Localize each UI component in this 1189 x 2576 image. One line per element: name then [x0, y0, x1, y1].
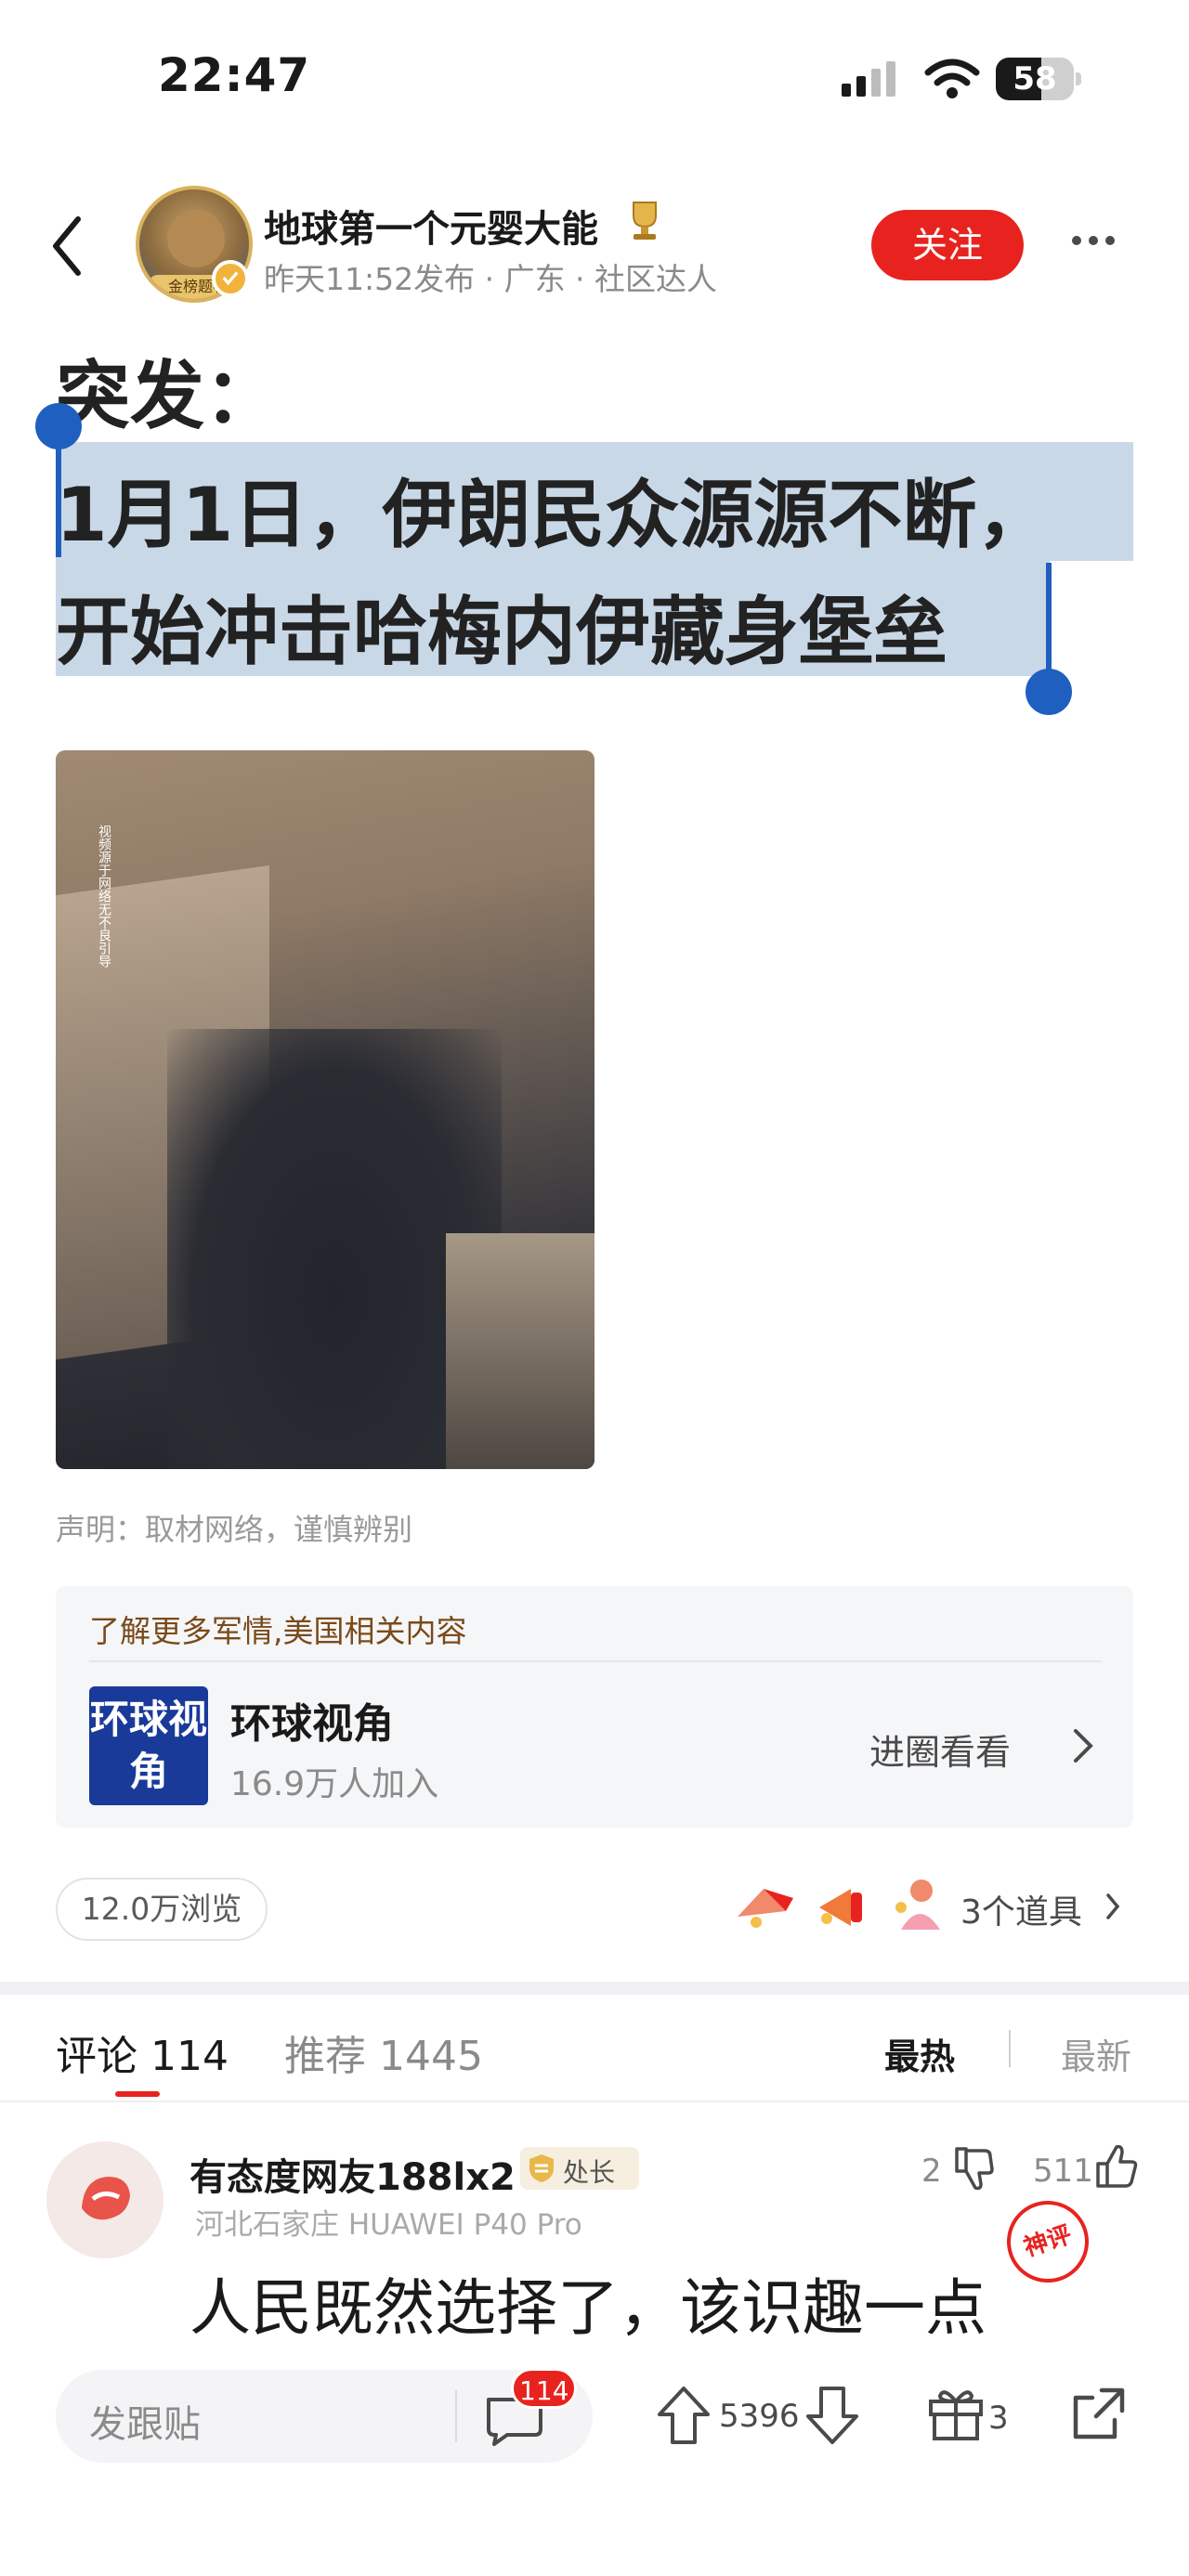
view-count: 12.0万浏览 [56, 1878, 268, 1941]
dislike-count: 2 [921, 2153, 942, 2190]
thumbs-down-icon[interactable] [951, 2143, 998, 2193]
post-title-line[interactable]: 开始冲击哈梅内伊藏身堡垒 [56, 572, 947, 680]
status-time: 22:47 [158, 48, 311, 102]
back-icon[interactable] [48, 214, 85, 279]
commenter-avatar[interactable] [46, 2141, 163, 2258]
battery-indicator: 58 [996, 58, 1081, 100]
disclaimer: 声明：取材网络，谨慎辨别 [56, 1512, 413, 1547]
selection-end-handle-knob[interactable] [1026, 669, 1072, 715]
upvote-icon[interactable] [654, 2383, 713, 2448]
verify-icon [212, 260, 249, 297]
community-logo: 环球视角 [89, 1686, 208, 1805]
gift-count: 3 [988, 2400, 1009, 2437]
author-name[interactable]: 地球第一个元婴大能 [264, 199, 598, 253]
join-community-link[interactable]: 进圈看看 [869, 1724, 1011, 1775]
divider [1009, 2030, 1011, 2067]
vote-count: 5396 [719, 2398, 800, 2435]
post-meta: 昨天11:52发布 · 广东 · 社区达人 [264, 261, 718, 297]
promo-header: 了解更多军情,美国相关内容 [89, 1613, 467, 1649]
shield-icon [529, 2154, 554, 2182]
community-member-count: 16.9万人加入 [230, 1765, 439, 1803]
status-bar: 22:47 58 [0, 0, 1189, 158]
sort-new-button[interactable]: 最新 [1061, 2028, 1131, 2079]
top-comment-stamp: 神评 [996, 2190, 1100, 2294]
comment-text[interactable]: 人民既然选择了，该识趣一点 [189, 2258, 986, 2348]
reply-input[interactable]: 发跟贴 114 [56, 2368, 593, 2463]
reply-placeholder: 发跟贴 [89, 2403, 201, 2446]
tab-comments[interactable]: 评论 114 [56, 2023, 229, 2082]
divider [0, 2101, 1189, 2102]
like-count: 511 [1033, 2153, 1093, 2190]
divider [89, 1660, 1102, 1662]
signal-icon [842, 61, 895, 97]
community-name: 环球视角 [230, 1700, 394, 1748]
tab-recommend[interactable]: 推荐 1445 [284, 2023, 483, 2082]
more-icon[interactable] [1070, 234, 1117, 247]
fan-prop-icon[interactable] [728, 1870, 799, 1941]
post-video-thumbnail[interactable]: 视频源于网络无不良引导 [56, 750, 594, 1469]
divider [455, 2390, 457, 2442]
sort-hot-button[interactable]: 最热 [884, 2028, 955, 2079]
figure-prop-icon[interactable] [882, 1870, 953, 1941]
active-tab-indicator [115, 2091, 160, 2097]
gift-icon[interactable] [925, 2383, 986, 2444]
video-watermark: 视频源于网络无不良引导 [97, 825, 111, 968]
user-rank-badge: 处长 [520, 2147, 639, 2190]
chevron-right-icon [1106, 1893, 1120, 1919]
downvote-icon[interactable] [803, 2383, 862, 2448]
commenter-name[interactable]: 有态度网友188lx2 [189, 2147, 516, 2201]
post-title-prefix: 突发： [56, 353, 279, 439]
wifi-icon [924, 59, 980, 98]
props-count[interactable]: 3个道具 [960, 1885, 1082, 1933]
selection-end-handle[interactable] [1046, 563, 1052, 678]
battery-percent: 58 [1013, 60, 1057, 98]
share-icon[interactable] [1068, 2383, 1130, 2444]
thumbs-up-icon[interactable] [1092, 2141, 1141, 2192]
community-promo-card[interactable]: 了解更多军情,美国相关内容 环球视角 环球视角 16.9万人加入 进圈看看 [56, 1586, 1133, 1828]
comment-count-badge: 114 [511, 2368, 578, 2409]
follow-button[interactable]: 关注 [871, 210, 1024, 280]
post-title-line[interactable]: 1月1日，伊朗民众源源不断， [56, 455, 1051, 563]
chevron-right-icon [1074, 1729, 1093, 1763]
trophy-icon [633, 202, 657, 240]
section-divider [0, 1982, 1189, 1995]
user-rank-label: 处长 [563, 2157, 616, 2188]
megaphone-prop-icon[interactable] [806, 1870, 877, 1941]
commenter-location-device: 河北石家庄 HUAWEI P40 Pro [195, 2208, 582, 2242]
selection-start-handle-knob[interactable] [35, 403, 82, 449]
selection-start-handle[interactable] [56, 436, 61, 557]
